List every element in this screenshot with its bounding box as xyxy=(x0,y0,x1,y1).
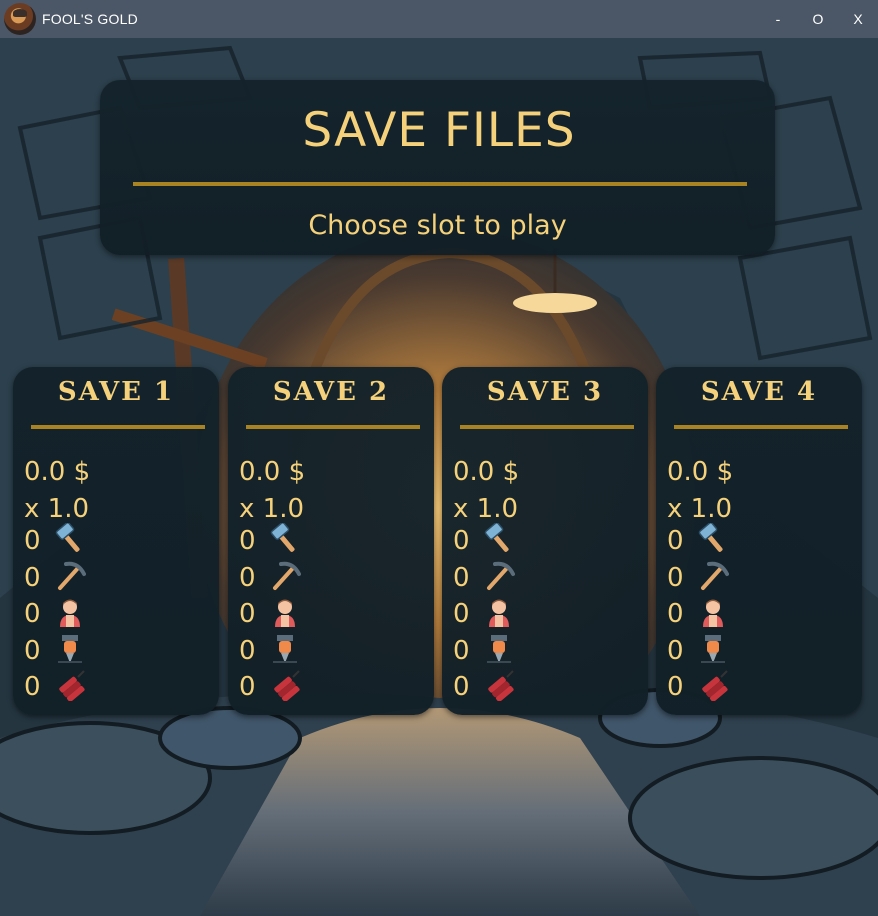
hammer-icon xyxy=(483,522,515,559)
drill-count-row: 0 xyxy=(453,634,515,668)
pickaxe-count: 0 xyxy=(667,563,684,593)
title-bar: FOOL'S GOLD - O X xyxy=(0,0,878,38)
hammer-count-row: 0 xyxy=(24,522,86,559)
hammer-count-row: 0 xyxy=(239,522,301,559)
dynamite-icon xyxy=(697,669,729,705)
dynamite-count-row: 0 xyxy=(24,670,86,704)
hammer-count: 0 xyxy=(453,526,470,556)
worker-count: 0 xyxy=(453,599,470,629)
pickaxe-icon xyxy=(54,560,86,596)
save-slot-divider xyxy=(460,425,634,429)
save-slot-title: SAVE 4 xyxy=(700,377,818,407)
dynamite-icon xyxy=(483,669,515,705)
pickaxe-count: 0 xyxy=(239,563,256,593)
worker-icon xyxy=(54,596,86,632)
hammer-count: 0 xyxy=(239,526,256,556)
worker-count: 0 xyxy=(24,599,41,629)
maximize-button[interactable]: O xyxy=(798,0,838,38)
hammer-icon xyxy=(697,522,729,559)
worker-count-row: 0 xyxy=(667,597,729,631)
worker-icon xyxy=(269,596,301,632)
dynamite-count-row: 0 xyxy=(667,670,729,704)
header-divider xyxy=(133,182,747,186)
drill-icon xyxy=(269,633,301,669)
dynamite-count: 0 xyxy=(453,672,470,702)
drill-count-row: 0 xyxy=(239,634,301,668)
drill-count: 0 xyxy=(239,636,256,666)
drill-count: 0 xyxy=(667,636,684,666)
close-button[interactable]: X xyxy=(838,0,878,38)
money-value: 0.0 $ xyxy=(667,457,734,487)
pickaxe-count: 0 xyxy=(24,563,41,593)
window-controls: - O X xyxy=(758,0,878,38)
hammer-count: 0 xyxy=(667,526,684,556)
worker-count: 0 xyxy=(239,599,256,629)
hammer-icon xyxy=(54,522,86,559)
pickaxe-count-row: 0 xyxy=(239,561,301,595)
multiplier-value: x 1.0 xyxy=(453,494,518,524)
app-logo-icon xyxy=(4,3,36,35)
page-title: SAVE FILES xyxy=(302,103,576,158)
save-slot-divider xyxy=(246,425,420,429)
page-subtitle: Choose slot to play xyxy=(308,210,567,241)
dynamite-icon xyxy=(54,669,86,705)
multiplier-value: x 1.0 xyxy=(667,494,732,524)
drill-count: 0 xyxy=(453,636,470,666)
save-slot-title: SAVE 3 xyxy=(486,377,604,407)
save-slot-2[interactable]: SAVE 2 0.0 $ x 1.0 0 0 0 0 0 xyxy=(228,367,434,715)
multiplier-value: x 1.0 xyxy=(24,494,89,524)
money-value: 0.0 $ xyxy=(453,457,520,487)
minimize-button[interactable]: - xyxy=(758,0,798,38)
worker-icon xyxy=(483,596,515,632)
hammer-count-row: 0 xyxy=(453,522,515,559)
game-window: FOOL'S GOLD - O X SAVE FILES Choose slot… xyxy=(0,0,878,916)
save-slot-4[interactable]: SAVE 4 0.0 $ x 1.0 0 0 0 0 0 xyxy=(656,367,862,715)
save-slot-1[interactable]: SAVE 1 0.0 $ x 1.0 0 0 0 0 0 xyxy=(13,367,219,715)
worker-icon xyxy=(697,596,729,632)
worker-count-row: 0 xyxy=(24,597,86,631)
hammer-count-row: 0 xyxy=(667,522,729,559)
drill-icon xyxy=(697,633,729,669)
dynamite-icon xyxy=(269,669,301,705)
pickaxe-icon xyxy=(697,560,729,596)
drill-count-row: 0 xyxy=(24,634,86,668)
dynamite-count-row: 0 xyxy=(453,670,515,704)
hammer-count: 0 xyxy=(24,526,41,556)
worker-count-row: 0 xyxy=(239,597,301,631)
multiplier-value: x 1.0 xyxy=(239,494,304,524)
pickaxe-count-row: 0 xyxy=(24,561,86,595)
dynamite-count: 0 xyxy=(239,672,256,702)
worker-count-row: 0 xyxy=(453,597,515,631)
save-slot-3[interactable]: SAVE 3 0.0 $ x 1.0 0 0 0 0 0 xyxy=(442,367,648,715)
worker-count: 0 xyxy=(667,599,684,629)
save-slot-divider xyxy=(31,425,205,429)
save-slot-title: SAVE 1 xyxy=(57,377,175,407)
drill-count: 0 xyxy=(24,636,41,666)
pickaxe-icon xyxy=(483,560,515,596)
pickaxe-count: 0 xyxy=(453,563,470,593)
dynamite-count-row: 0 xyxy=(239,670,301,704)
pickaxe-count-row: 0 xyxy=(453,561,515,595)
pickaxe-icon xyxy=(269,560,301,596)
save-slot-divider xyxy=(674,425,848,429)
drill-count-row: 0 xyxy=(667,634,729,668)
pickaxe-count-row: 0 xyxy=(667,561,729,595)
save-slot-title: SAVE 2 xyxy=(272,377,390,407)
drill-icon xyxy=(54,633,86,669)
drill-icon xyxy=(483,633,515,669)
dynamite-count: 0 xyxy=(667,672,684,702)
dynamite-count: 0 xyxy=(24,672,41,702)
hammer-icon xyxy=(269,522,301,559)
money-value: 0.0 $ xyxy=(24,457,91,487)
window-title: FOOL'S GOLD xyxy=(42,11,138,27)
money-value: 0.0 $ xyxy=(239,457,306,487)
